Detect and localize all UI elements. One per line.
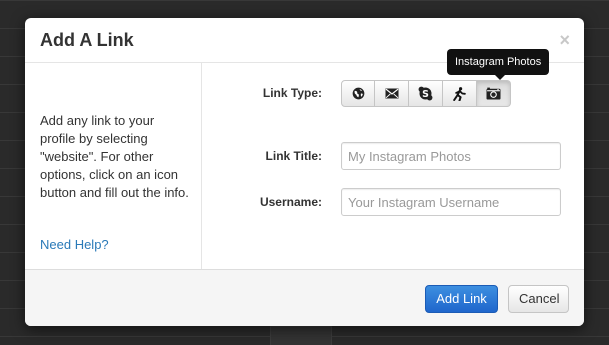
background-block — [270, 326, 332, 345]
link-title-label: Link Title: — [265, 149, 322, 163]
tooltip-arrow — [495, 75, 505, 80]
link-type-label: Link Type: — [262, 86, 322, 100]
link-type-runner-button[interactable] — [443, 80, 477, 107]
username-label: Username: — [259, 195, 322, 209]
link-type-button-group: S — [341, 80, 511, 107]
link-type-instagram-button[interactable] — [477, 80, 511, 107]
close-button[interactable]: × — [559, 30, 570, 50]
help-panel: Add any link to your profile by selectin… — [25, 63, 202, 269]
link-title-input[interactable] — [341, 142, 561, 170]
dialog-title: Add A Link — [40, 30, 134, 50]
need-help-link[interactable]: Need Help? — [40, 237, 109, 252]
globe-icon — [352, 87, 364, 100]
instagram-tooltip: Instagram Photos — [447, 49, 550, 80]
username-input[interactable] — [341, 188, 561, 216]
svg-text:S: S — [422, 89, 429, 100]
dialog-footer: Add Link Cancel — [25, 269, 584, 326]
add-link-button[interactable]: Add Link — [425, 285, 498, 313]
link-type-website-button[interactable] — [341, 80, 375, 107]
envelope-icon — [385, 88, 398, 99]
runner-icon — [453, 86, 466, 101]
dialog-body: Add any link to your profile by selectin… — [25, 49, 584, 269]
link-type-email-button[interactable] — [375, 80, 409, 107]
add-link-dialog: Add A Link × Add any link to your profil… — [25, 18, 584, 326]
tooltip-text: Instagram Photos — [455, 56, 542, 68]
skype-icon: S — [418, 86, 433, 101]
link-type-skype-button[interactable]: S — [409, 80, 443, 107]
cancel-button[interactable]: Cancel — [508, 285, 569, 313]
camera-icon — [486, 87, 501, 100]
help-text: Add any link to your profile by selectin… — [40, 113, 189, 200]
